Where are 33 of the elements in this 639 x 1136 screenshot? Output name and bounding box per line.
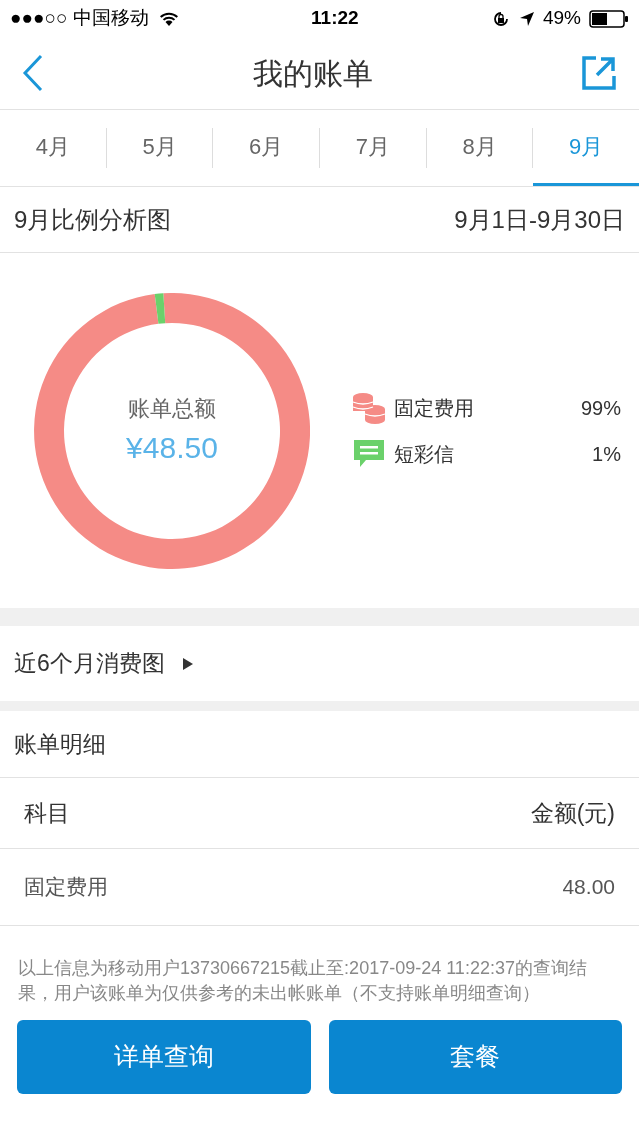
- action-button[interactable]: 套餐: [328, 1020, 622, 1094]
- month-tab[interactable]: 9月: [533, 110, 639, 186]
- history-link[interactable]: 近6个月消费图: [0, 626, 639, 701]
- table-cell-text: 固定费用: [24, 874, 108, 901]
- info-note: 以上信息为移动用户13730667215截止至:2017-09-24 11:22:37的查询结果，用户该账单为仅供参考的未出帐账单（不支持账单明细查询）: [17, 957, 588, 1005]
- carrier-text: ●●●○○ 中国移动: [10, 6, 149, 31]
- date-range-text: 9月1日-9月30日: [454, 204, 625, 235]
- battery-icon: [589, 9, 629, 28]
- clock-text: 11:22: [311, 6, 359, 31]
- legend-label: 固定费用: [394, 395, 475, 421]
- table-cell-text: 48.00: [562, 874, 615, 901]
- location-arrow-icon: [518, 10, 535, 27]
- month-tab[interactable]: 8月: [426, 110, 533, 186]
- month-tab[interactable]: 6月: [213, 110, 319, 186]
- column-header: 金额(元): [530, 798, 615, 828]
- section-title: 9月比例分析图: [14, 204, 172, 235]
- section-title: 账单明细: [14, 729, 106, 759]
- month-tab[interactable]: 5月: [106, 110, 213, 186]
- page-title: 我的账单: [252, 55, 373, 92]
- total-label: 账单总额: [128, 394, 216, 423]
- month-tab[interactable]: 7月: [320, 110, 426, 186]
- action-button[interactable]: 详单查询: [17, 1020, 311, 1094]
- share-icon[interactable]: [581, 55, 617, 91]
- legend-percent: 99%: [580, 395, 621, 421]
- back-icon[interactable]: [22, 54, 44, 92]
- play-triangle-icon: [182, 657, 193, 670]
- wifi-icon: [158, 10, 179, 27]
- legend-percent: 1%: [592, 441, 621, 467]
- column-header: 科目: [24, 798, 70, 828]
- total-amount: ¥48.50: [126, 429, 218, 466]
- legend-label: 短彩信: [394, 441, 455, 467]
- month-tab[interactable]: 4月: [0, 110, 106, 186]
- battery-text: 49%: [542, 6, 581, 31]
